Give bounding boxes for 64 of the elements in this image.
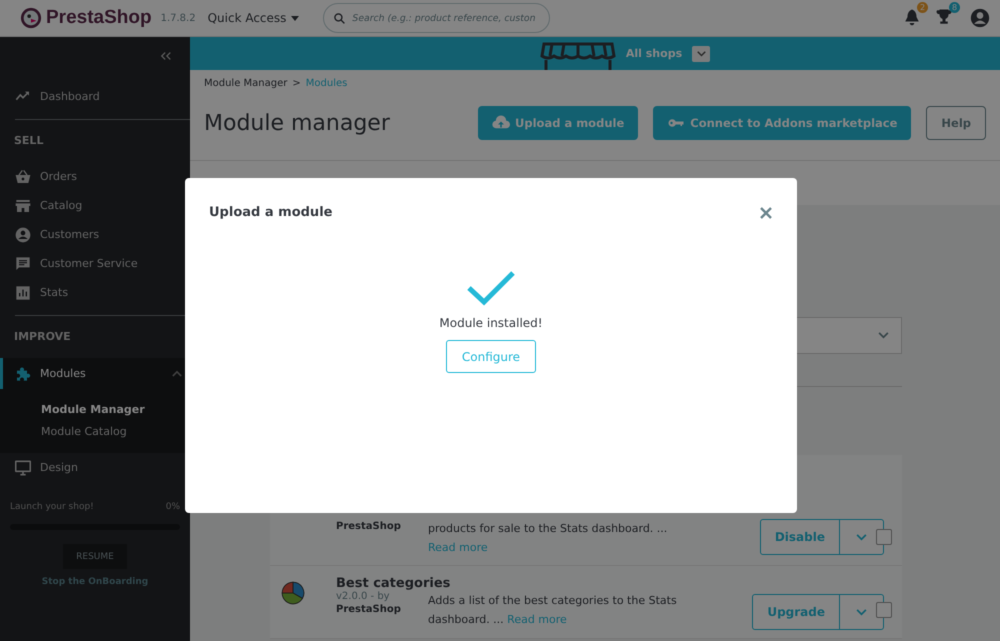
sidebar-item[interactable]: Orders [0, 162, 190, 191]
module-description: products for sale to the Stats dashboard. ... Read more [428, 521, 668, 556]
breadcrumb-link[interactable]: Module Manager [204, 78, 288, 89]
trophy-icon [935, 8, 953, 26]
avatar-icon[interactable] [970, 8, 990, 28]
double-chevron-icon[interactable] [160, 50, 172, 60]
count-badge: 8 [949, 2, 960, 12]
read-more-link[interactable]: Read more [507, 613, 567, 626]
bar-chart-icon [15, 284, 31, 300]
success-message: Module installed! [439, 316, 543, 330]
checkbox[interactable] [876, 602, 892, 618]
pie-chart-icon [280, 580, 306, 606]
dialog-title: Upload a module [209, 205, 332, 220]
penguin-logo-icon [20, 7, 42, 29]
logo-text[interactable]: PrestaShop [46, 7, 152, 29]
sidebar-item[interactable]: Catalog [0, 191, 190, 220]
section-heading: SELL [14, 133, 44, 149]
storefront-icon [540, 40, 616, 70]
module-description: Adds a list of the best categories to the Stats dashboard. ... Read more [428, 593, 678, 628]
shop-name: All shops [626, 47, 682, 60]
store-icon [15, 198, 31, 214]
author-name: PrestaShop [336, 521, 402, 532]
breadcrumb-separator: > [292, 78, 301, 89]
toolbar-button[interactable]: Help [926, 106, 986, 140]
progress-reading: 0% [166, 502, 180, 512]
breadcrumb-link[interactable]: Modules [306, 78, 348, 89]
module-name: Best categories [336, 576, 452, 591]
version-text: v2.0.0 - by [336, 591, 391, 602]
onboarding-label: Launch your shop! [10, 502, 94, 512]
chevron-icon [878, 332, 889, 339]
chevron-icon [856, 534, 867, 540]
search-field[interactable]: Search (e.g.: product reference, custon [323, 3, 550, 33]
basket-icon [15, 168, 31, 184]
read-more-link[interactable]: Read more [428, 541, 488, 554]
sidebar-item[interactable]: Customers [0, 220, 190, 249]
user-circle-icon [15, 226, 31, 242]
action-button[interactable]: Disable [760, 520, 839, 554]
version-label: 1.7.8.2 [160, 12, 196, 24]
puzzle-piece-icon [15, 366, 31, 382]
resume-button[interactable]: RESUME [63, 544, 127, 569]
sidebar-item[interactable]: Design [0, 453, 190, 482]
checkmark-icon [467, 270, 515, 306]
section-heading: IMPROVE [14, 329, 72, 345]
sidebar-item[interactable]: Dashboard [0, 82, 190, 111]
monitor-icon [15, 460, 31, 476]
chevron-icon [856, 608, 867, 616]
chevron-icon [696, 50, 706, 56]
checkbox[interactable] [876, 529, 892, 545]
shop-dropdown-button[interactable] [692, 46, 710, 62]
quick-access-menu[interactable]: Quick Access [208, 11, 300, 25]
chat-bubble-icon [15, 256, 31, 272]
close-icon[interactable] [760, 206, 772, 218]
page-title: Module manager [204, 110, 390, 136]
toolbar-button[interactable]: Upload a module [478, 106, 638, 140]
bell-icon [903, 8, 921, 26]
count-badge: 2 [917, 2, 928, 12]
sidebar-item[interactable]: Customer Service [0, 249, 190, 278]
action-button[interactable]: Upgrade [753, 595, 839, 629]
chevron-icon [172, 370, 182, 377]
toolbar-button[interactable]: Connect to Addons marketplace [653, 106, 912, 140]
caret-icon [291, 16, 300, 20]
author-name: PrestaShop [336, 604, 402, 615]
configure-button[interactable]: Configure [446, 340, 536, 373]
sidebar-item[interactable]: Stats [0, 278, 190, 307]
